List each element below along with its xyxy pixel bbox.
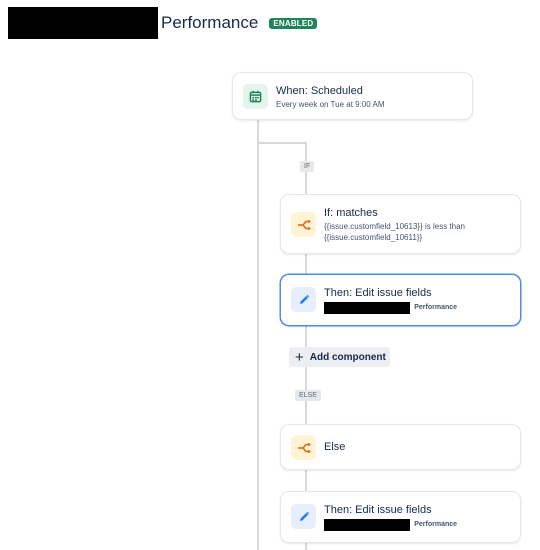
else-label: ELSE <box>295 390 321 401</box>
redacted-field-name <box>324 302 410 314</box>
condition-line-2: {{issue.customfield_10611}} <box>324 233 423 242</box>
status-badge: ENABLED <box>269 17 318 29</box>
action-title: Then: Edit issue fields <box>324 287 432 299</box>
action-field-line: Performance <box>324 518 457 532</box>
add-component-label: Add component <box>309 351 386 363</box>
branch-icon <box>291 212 316 237</box>
else-title: Else <box>324 441 346 453</box>
page-header: Performance ENABLED <box>8 7 318 39</box>
action-card-edit-fields-if[interactable]: Then: Edit issue fields Performance <box>281 275 520 325</box>
action-field-suffix: Performance <box>414 521 458 528</box>
trigger-title: When: Scheduled <box>276 85 363 97</box>
action-title: Then: Edit issue fields <box>324 504 432 516</box>
condition-title: If: matches <box>324 207 378 219</box>
action-field-suffix: Performance <box>414 304 458 311</box>
connector-branch <box>257 142 307 144</box>
page-title: Performance <box>161 13 259 32</box>
action-field-line: Performance <box>324 301 457 315</box>
trigger-card[interactable]: When: Scheduled Every week on Tue at 9:0… <box>233 73 472 119</box>
calendar-icon <box>243 84 268 109</box>
trigger-subtitle: Every week on Tue at 9:00 AM <box>276 100 385 109</box>
action-card-edit-fields-else[interactable]: Then: Edit issue fields Performance <box>281 492 520 542</box>
connector-main <box>257 119 259 550</box>
branch-icon <box>291 435 316 460</box>
pencil-icon <box>291 287 316 312</box>
pencil-icon <box>291 504 316 529</box>
redacted-title-prefix <box>8 7 158 39</box>
condition-card-else[interactable]: Else <box>281 425 520 469</box>
add-component-button[interactable]: + Add component <box>289 347 390 367</box>
if-label: IF <box>300 161 315 172</box>
condition-line-1: {{issue.customfield_10613}} is less than <box>324 222 465 231</box>
redacted-field-name <box>324 519 410 531</box>
plus-icon: + <box>295 348 304 366</box>
condition-card-if[interactable]: If: matches {{issue.customfield_10613}} … <box>281 195 520 253</box>
